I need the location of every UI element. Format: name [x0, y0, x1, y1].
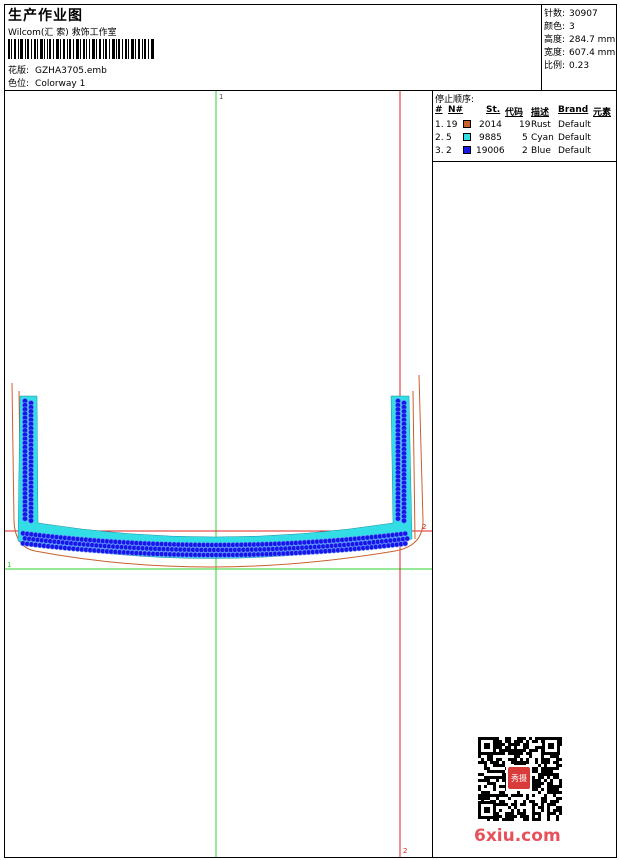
stat-width: 宽度: 607.4 mm	[544, 48, 616, 58]
col-description: 描述	[531, 108, 550, 118]
col-index: #	[435, 105, 443, 115]
embroidery-preview: 1 1 2 2	[5, 91, 432, 857]
colorway-value: Colorway 1	[35, 79, 86, 89]
design-canvas: 1 1 2 2	[5, 91, 433, 857]
svg-text:秀摄: 秀摄	[511, 773, 527, 783]
studio-name: Wilcom(汇 索) 救饰工作室	[8, 28, 117, 38]
marker-top: 1	[219, 93, 223, 101]
marker-right: 2	[422, 523, 426, 531]
stat-colors: 颜色: 3	[544, 22, 575, 32]
color-swatch	[463, 146, 471, 154]
col-stitches: St.	[486, 105, 501, 115]
design-file: 花版: GZHA3705.emb	[8, 63, 107, 76]
stop-row: 1. 19 2014 19 Rust Default	[435, 120, 591, 130]
marker-left: 1	[7, 561, 11, 569]
cyan-fill-area	[17, 395, 413, 559]
col-element: 元素	[593, 108, 612, 118]
col-code: 代码	[505, 108, 524, 118]
stop-row: 3. 2 19006 2 Blue Default	[435, 146, 591, 156]
stop-sequence-panel: 停止顺序: # N# St. 代码 描述 Brand 元素 1. 19 2014…	[433, 91, 616, 162]
header-info: 生产作业图 Wilcom(汇 索) 救饰工作室 花版: GZHA3705.emb…	[5, 5, 542, 90]
colorway: 色位: Colorway 1	[8, 76, 85, 89]
stop-row: 2. 5 9885 5 Cyan Default	[435, 133, 591, 143]
colorway-label: 色位:	[8, 79, 30, 89]
color-swatch	[463, 120, 471, 128]
page-title: 生产作业图	[8, 8, 83, 24]
color-swatch	[463, 133, 471, 141]
production-sheet: 生产作业图 Wilcom(汇 索) 救饰工作室 花版: GZHA3705.emb…	[4, 4, 617, 858]
sheet-header: 生产作业图 Wilcom(汇 索) 救饰工作室 花版: GZHA3705.emb…	[5, 5, 616, 91]
barcode-icon	[8, 39, 154, 59]
design-value: GZHA3705.emb	[35, 66, 107, 76]
col-needle: N#	[448, 105, 464, 115]
watermark-text: 6xiu.com	[474, 826, 561, 846]
design-stats: 针数: 30907 颜色: 3 高度: 284.7 mm 宽度: 607.4 mm 比例…	[542, 5, 616, 90]
marker-bottom: 2	[403, 847, 407, 855]
stop-sequence-title: 停止顺序:	[435, 95, 475, 105]
rust-outline-right-inner	[412, 390, 416, 540]
stat-height: 高度: 284.7 mm	[544, 35, 616, 45]
col-brand: Brand	[558, 105, 589, 115]
qr-code-icon: 秀摄	[476, 735, 562, 821]
design-label: 花版:	[8, 66, 30, 76]
stat-stitches: 针数: 30907	[544, 9, 598, 19]
stat-scale: 比例: 0.23	[544, 61, 590, 71]
